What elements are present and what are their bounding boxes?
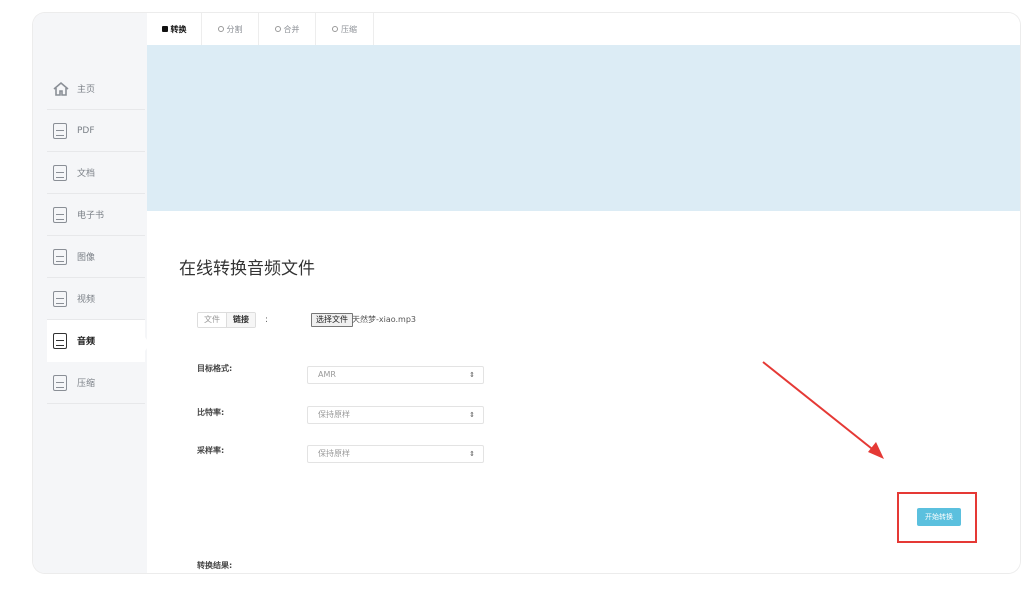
source-toggle: 文件 链接: [197, 312, 256, 328]
tab-marker-icon: [217, 26, 224, 32]
tab-label: 转换: [170, 24, 187, 34]
sidebar-item-label: PDF: [77, 125, 95, 136]
tab-marker-icon: [161, 26, 168, 32]
sidebar-item-video[interactable]: 视频: [47, 278, 145, 320]
top-tabs: 转换 分割 合并 压缩: [147, 13, 1020, 45]
target-format-label: 目标格式:: [197, 364, 233, 373]
tab-label: 合并: [283, 24, 300, 34]
sidebar-item-archive[interactable]: 压缩: [47, 362, 145, 404]
select-arrows-icon: ⇕: [469, 450, 475, 458]
sidebar: 主页 PDF 文档 电子书 图像 视频 音频 压缩: [33, 13, 147, 573]
sidebar-item-pdf[interactable]: PDF: [47, 110, 145, 152]
tab-marker-icon: [274, 26, 281, 32]
tab-merge[interactable]: 合并: [259, 13, 316, 45]
sidebar-item-home[interactable]: 主页: [47, 68, 145, 110]
source-file-button[interactable]: 文件: [198, 313, 226, 327]
ebook-icon: [53, 206, 67, 223]
sidebar-item-document[interactable]: 文档: [47, 152, 145, 194]
tab-compress[interactable]: 压缩: [316, 13, 374, 45]
target-format-select[interactable]: AMR ⇕: [307, 366, 484, 384]
source-link-button[interactable]: 链接: [226, 313, 255, 327]
sidebar-item-image[interactable]: 图像: [47, 236, 145, 278]
bitrate-select[interactable]: 保持原样 ⇕: [307, 406, 484, 424]
start-convert-button[interactable]: 开始转换: [917, 508, 961, 526]
result-label: 转换结果:: [197, 561, 233, 570]
banner: [147, 45, 1020, 211]
sidebar-item-ebook[interactable]: 电子书: [47, 194, 145, 236]
selected-file-name: 天然梦-xiao.mp3: [352, 315, 417, 324]
tab-label: 压缩: [341, 24, 357, 34]
sidebar-item-label: 电子书: [77, 211, 105, 221]
pdf-icon: [53, 122, 67, 139]
audio-icon: [53, 332, 67, 349]
sidebar-item-audio[interactable]: 音频: [47, 320, 145, 362]
archive-icon: [53, 374, 67, 391]
sample-rate-select[interactable]: 保持原样 ⇕: [307, 445, 484, 463]
video-icon: [53, 290, 67, 307]
tab-label: 分割: [226, 24, 243, 34]
sidebar-item-label: 视频: [77, 295, 96, 305]
tab-marker-icon: [332, 26, 338, 32]
sidebar-item-label: 音频: [77, 337, 96, 347]
bitrate-label: 比特率:: [197, 408, 225, 417]
tab-split[interactable]: 分割: [202, 13, 259, 45]
main-content: 在线转换音频文件 文件 链接 : 选择文件 天然梦-xiao.mp3 目标格式:…: [147, 211, 1020, 573]
word-doc-icon: [53, 164, 67, 181]
sidebar-item-label: 文档: [77, 169, 96, 179]
tab-convert[interactable]: 转换: [147, 13, 202, 45]
sidebar-item-label: 图像: [77, 253, 96, 263]
sidebar-item-label: 主页: [77, 85, 96, 95]
source-colon: :: [265, 315, 269, 325]
select-arrows-icon: ⇕: [469, 411, 475, 419]
bitrate-value: 保持原样: [318, 410, 350, 419]
home-icon: [53, 81, 69, 97]
sample-rate-label: 采样率:: [197, 446, 225, 455]
select-arrows-icon: ⇕: [469, 371, 475, 379]
sidebar-item-label: 压缩: [77, 379, 96, 389]
page-title: 在线转换音频文件: [179, 259, 315, 279]
target-format-value: AMR: [318, 370, 336, 379]
choose-file-button[interactable]: 选择文件: [311, 313, 353, 327]
image-icon: [53, 248, 67, 265]
sample-rate-value: 保持原样: [318, 449, 350, 458]
app-window: 主页 PDF 文档 电子书 图像 视频 音频 压缩 转换 分割 合并 压缩 在线…: [33, 13, 1020, 573]
